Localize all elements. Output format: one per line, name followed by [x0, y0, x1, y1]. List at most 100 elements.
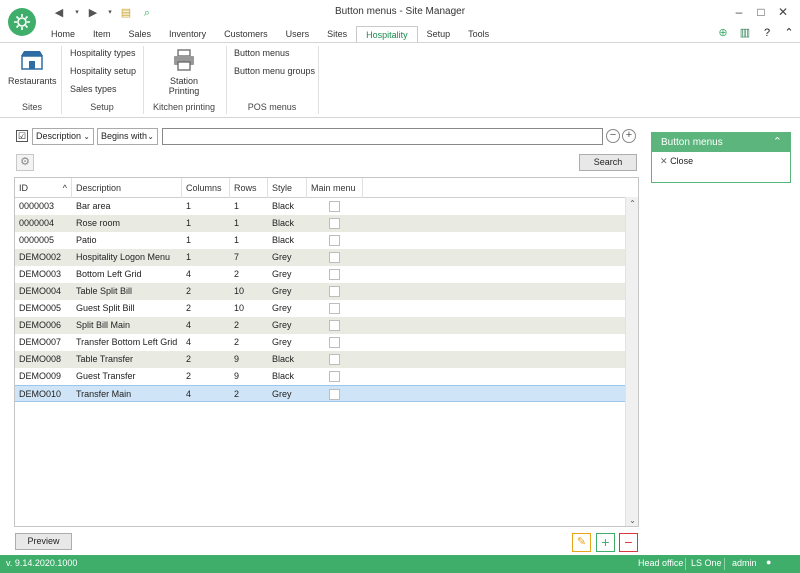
cell-rows: 9 — [234, 354, 240, 364]
tab-users[interactable]: Users — [277, 26, 319, 43]
cell-description: Guest Split Bill — [76, 303, 135, 313]
remove-icon[interactable]: − — [619, 533, 638, 552]
tab-item[interactable]: Item — [84, 26, 120, 43]
main-menu-checkbox[interactable] — [329, 389, 340, 400]
preview-button[interactable]: Preview — [15, 533, 72, 550]
cell-rows: 1 — [234, 218, 240, 228]
tab-tools[interactable]: Tools — [459, 26, 498, 43]
filter-checkbox[interactable]: ☑ — [16, 130, 28, 142]
vertical-scrollbar[interactable]: ⌃ ⌄ — [625, 197, 638, 526]
column-header-main-menu[interactable]: Main menu — [307, 178, 363, 198]
cell-columns: 2 — [186, 286, 192, 296]
tab-sales[interactable]: Sales — [120, 26, 161, 43]
hospitality-setup-button[interactable]: Hospitality setup — [70, 66, 136, 76]
add-filter-icon[interactable]: + — [622, 129, 636, 143]
station-printing-button[interactable]: Station Printing — [162, 76, 206, 96]
table-row[interactable]: 0000004 Rose room 1 1 Black — [15, 215, 625, 232]
printer-icon[interactable] — [172, 48, 196, 72]
main-menu-checkbox[interactable] — [329, 320, 340, 331]
table-row[interactable]: DEMO004 Table Split Bill 2 10 Grey — [15, 283, 625, 300]
column-header-style[interactable]: Style — [268, 178, 307, 198]
cell-columns: 1 — [186, 201, 192, 211]
close-icon[interactable]: ✕ — [774, 4, 792, 20]
filter-operator-dropdown[interactable]: Begins with ⌄ — [97, 128, 158, 145]
chevron-down-icon: ⌄ — [147, 132, 154, 141]
tab-setup[interactable]: Setup — [418, 26, 460, 43]
gear-icon[interactable]: ⚙ — [16, 154, 34, 171]
cell-description: Guest Transfer — [76, 371, 136, 381]
collapse-icon[interactable]: ⌃ — [782, 26, 796, 40]
scroll-down-icon[interactable]: ⌄ — [626, 514, 638, 526]
main-menu-checkbox[interactable] — [329, 218, 340, 229]
cell-description: Patio — [76, 235, 97, 245]
cell-style: Grey — [272, 286, 292, 296]
tab-home[interactable]: Home — [42, 26, 84, 43]
table-row[interactable]: DEMO009 Guest Transfer 2 9 Black — [15, 368, 625, 385]
filter-field-dropdown[interactable]: Description ⌄ — [32, 128, 94, 145]
ribbon-divider — [226, 46, 227, 114]
scroll-up-icon[interactable]: ⌃ — [626, 197, 638, 210]
ribbon-divider — [318, 46, 319, 114]
column-header-rows[interactable]: Rows — [230, 178, 268, 198]
store-icon[interactable] — [20, 50, 44, 70]
edit-icon[interactable]: ✎ — [572, 533, 591, 552]
chevron-up-icon[interactable]: ⌃ — [773, 135, 782, 148]
maximize-icon[interactable]: □ — [752, 4, 770, 20]
remove-filter-icon[interactable]: − — [606, 129, 620, 143]
cell-columns: 2 — [186, 371, 192, 381]
help-icon[interactable]: ? — [760, 26, 774, 40]
cell-style: Grey — [272, 320, 292, 330]
plus-circle-icon[interactable]: ⊕ — [716, 26, 730, 40]
column-header-columns[interactable]: Columns — [182, 178, 230, 198]
cell-id: DEMO004 — [19, 286, 62, 296]
main-menu-checkbox[interactable] — [329, 252, 340, 263]
search-button[interactable]: Search — [579, 154, 637, 171]
status-divider — [724, 558, 725, 570]
column-header-id[interactable]: ID ^ — [15, 178, 72, 198]
table-row[interactable]: DEMO005 Guest Split Bill 2 10 Grey — [15, 300, 625, 317]
button-menus-button[interactable]: Button menus — [234, 48, 290, 58]
menu-tabs: Home Item Sales Inventory Customers User… — [42, 26, 498, 43]
table-row[interactable]: DEMO010 Transfer Main 4 2 Grey — [15, 385, 625, 402]
tab-hospitality[interactable]: Hospitality — [356, 26, 418, 43]
cell-id: DEMO003 — [19, 269, 62, 279]
cell-description: Transfer Bottom Left Grid — [76, 337, 178, 347]
main-menu-checkbox[interactable] — [329, 303, 340, 314]
main-menu-checkbox[interactable] — [329, 371, 340, 382]
button-menu-groups-button[interactable]: Button menu groups — [234, 66, 315, 76]
button-menus-panel: Button menus ⌃ ✕ Close — [651, 132, 791, 183]
cell-rows: 2 — [234, 320, 240, 330]
sales-types-button[interactable]: Sales types — [70, 84, 117, 94]
column-header-description[interactable]: Description — [72, 178, 182, 198]
table-row[interactable]: DEMO006 Split Bill Main 4 2 Grey — [15, 317, 625, 334]
main-menu-checkbox[interactable] — [329, 269, 340, 280]
tab-customers[interactable]: Customers — [215, 26, 277, 43]
main-menu-checkbox[interactable] — [329, 235, 340, 246]
table-row[interactable]: DEMO008 Table Transfer 2 9 Black — [15, 351, 625, 368]
app-icon[interactable]: ▥ — [738, 26, 752, 40]
cell-description: Hospitality Logon Menu — [76, 252, 171, 262]
main-menu-checkbox[interactable] — [329, 201, 340, 212]
restaurants-button[interactable]: Restaurants — [8, 76, 57, 86]
table-row[interactable]: 0000005 Patio 1 1 Black — [15, 232, 625, 249]
main-menu-checkbox[interactable] — [329, 286, 340, 297]
main-menu-checkbox[interactable] — [329, 354, 340, 365]
tab-inventory[interactable]: Inventory — [160, 26, 215, 43]
main-menu-checkbox[interactable] — [329, 337, 340, 348]
hospitality-types-button[interactable]: Hospitality types — [70, 48, 136, 58]
table-row[interactable]: DEMO003 Bottom Left Grid 4 2 Grey — [15, 266, 625, 283]
table-row[interactable]: DEMO002 Hospitality Logon Menu 1 7 Grey — [15, 249, 625, 266]
panel-close-button[interactable]: ✕ Close — [660, 156, 693, 167]
ribbon-group-sites-label: Sites — [21, 102, 42, 112]
minimize-icon[interactable]: – — [730, 4, 748, 20]
cell-style: Black — [272, 235, 295, 245]
cell-id: DEMO002 — [19, 252, 62, 262]
table-row[interactable]: 0000003 Bar area 1 1 Black — [15, 198, 625, 215]
filter-value-input[interactable] — [162, 128, 603, 145]
status-check-icon[interactable]: ● — [766, 557, 771, 567]
cell-description: Rose room — [76, 218, 121, 228]
cell-columns: 2 — [186, 303, 192, 313]
table-row[interactable]: DEMO007 Transfer Bottom Left Grid 4 2 Grey — [15, 334, 625, 351]
add-icon[interactable]: + — [596, 533, 615, 552]
tab-sites[interactable]: Sites — [318, 26, 356, 43]
